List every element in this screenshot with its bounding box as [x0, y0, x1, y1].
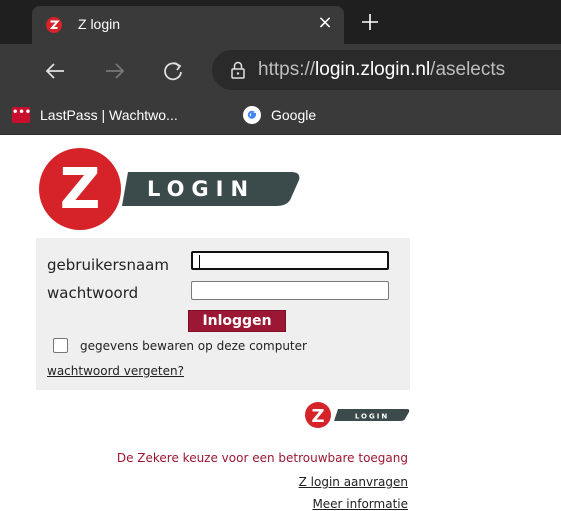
z-login-logo: Z LOGIN: [39, 148, 300, 230]
login-button[interactable]: Inloggen: [188, 310, 286, 332]
reload-icon[interactable]: [162, 60, 184, 82]
username-label: gebruikersnaam: [47, 256, 169, 274]
svg-text:Z: Z: [311, 406, 324, 427]
z-login-small-logo: Z LOGIN: [305, 402, 410, 428]
browser-tab[interactable]: Z login ×: [32, 6, 344, 44]
text-caret: [199, 255, 200, 268]
url-path: /aselects: [430, 59, 506, 80]
password-label: wachtwoord: [47, 284, 139, 302]
lock-icon[interactable]: [230, 61, 246, 79]
small-logo-text: LOGIN: [355, 413, 389, 421]
bookmark-google[interactable]: Google: [243, 104, 316, 126]
bookmarks-bar: ••• LastPass | Wachtwo... Google: [0, 96, 561, 135]
remember-label: gegevens bewaren op deze computer: [80, 339, 307, 353]
google-icon: [243, 106, 261, 124]
login-panel: gebruikersnaam wachtwoord Inloggen gegev…: [36, 238, 410, 390]
back-arrow-icon[interactable]: [44, 60, 66, 82]
lastpass-icon: •••: [12, 107, 31, 123]
url-scheme: https://: [258, 59, 316, 80]
forward-arrow-icon[interactable]: [104, 60, 126, 82]
bookmark-label: LastPass | Wachtwo...: [40, 107, 178, 123]
plus-icon[interactable]: [360, 12, 380, 32]
tagline: De Zekere keuze voor een betrouwbare toe…: [116, 451, 408, 465]
url-host: login.zlogin.nl: [315, 59, 431, 80]
url-text: https://login.zlogin.nl/aselects: [258, 59, 505, 81]
logo-text: LOGIN: [147, 177, 255, 201]
z-login-favicon-icon: [46, 17, 62, 33]
address-bar[interactable]: https://login.zlogin.nl/aselects: [212, 50, 561, 90]
password-field[interactable]: [191, 281, 389, 300]
close-icon[interactable]: ×: [315, 13, 335, 33]
request-zlogin-link[interactable]: Z login aanvragen: [299, 475, 408, 489]
forgot-password-link[interactable]: wachtwoord vergeten?: [47, 364, 184, 378]
more-info-link[interactable]: Meer informatie: [312, 497, 408, 511]
logo-letter: Z: [60, 157, 101, 222]
remember-checkbox[interactable]: [53, 338, 68, 353]
bookmark-lastpass[interactable]: ••• LastPass | Wachtwo...: [12, 104, 178, 126]
bookmark-label: Google: [271, 107, 317, 123]
username-field[interactable]: [191, 251, 389, 270]
browser-tab-bar: Z login ×: [0, 0, 561, 44]
tab-title: Z login: [78, 16, 121, 32]
browser-toolbar: https://login.zlogin.nl/aselects: [0, 44, 561, 96]
